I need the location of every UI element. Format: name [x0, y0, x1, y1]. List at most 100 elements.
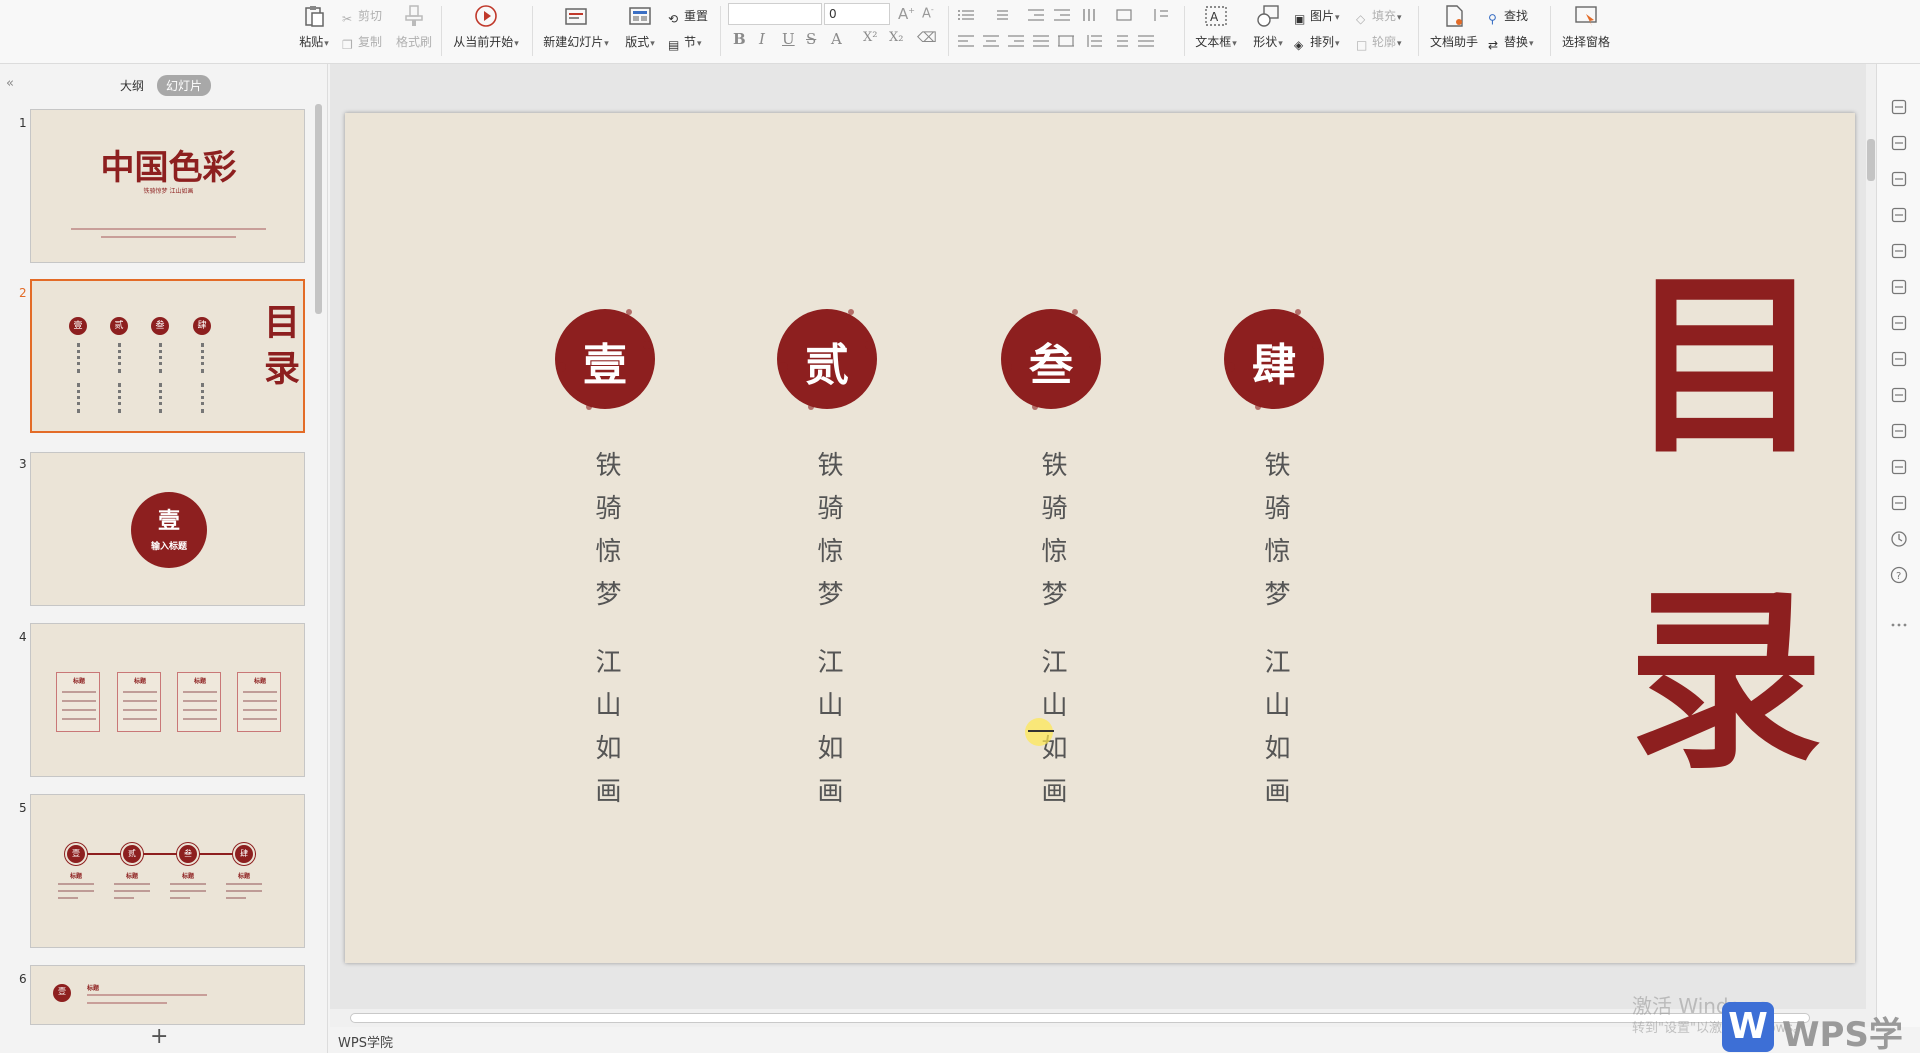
tab-outline[interactable]: 大纲 — [120, 77, 144, 94]
toc-seal-3[interactable]: 叁 — [995, 303, 1107, 415]
layout-button[interactable]: 版式 — [620, 4, 660, 50]
paste-button[interactable]: 粘贴 — [294, 4, 334, 50]
section-button[interactable]: ▤ 节 — [668, 33, 702, 52]
settings-sliders-icon[interactable] — [1890, 278, 1908, 296]
picture-icon[interactable] — [1890, 422, 1908, 440]
line-spacing-icon[interactable] — [1116, 9, 1132, 21]
new-slide-button[interactable]: 新建幻灯片 — [540, 4, 612, 50]
fill-button[interactable]: ◇ 填充 — [1356, 7, 1402, 26]
text-direction-icon[interactable] — [1152, 9, 1168, 21]
slide-thumbnail-4[interactable]: 标题 标题 标题 标题 — [30, 623, 305, 777]
text-box-button[interactable]: A 文本框 — [1192, 4, 1240, 50]
selection-pane-button[interactable]: 选择窗格 — [1558, 4, 1614, 50]
font-name-select[interactable] — [728, 3, 822, 25]
current-slide[interactable]: 壹铁骑惊梦江山如画贰铁骑惊梦江山如画叁铁骑惊梦江山如画肆铁骑惊梦江山如画 目 录 — [345, 113, 1855, 963]
font-size-select[interactable]: 0 — [824, 3, 890, 25]
arrange-button[interactable]: ◈ 排列 — [1294, 33, 1340, 52]
toc-title-char-1[interactable]: 目 — [1628, 268, 1823, 463]
line-height-icon[interactable] — [1112, 35, 1128, 47]
underline-icon[interactable]: U — [782, 30, 795, 48]
wps-brand-watermark: WPS学院 — [1782, 1015, 1903, 1053]
text-align-icon[interactable] — [1138, 35, 1154, 47]
thumb-subtitle: 铁骑惊梦 江山如画 — [143, 188, 194, 195]
slide-thumbnail-6[interactable]: 壹 标题 — [30, 965, 305, 1025]
toc-seal-2[interactable]: 贰 — [771, 303, 883, 415]
slide-thumbnail-1[interactable]: 中国色彩 铁骑惊梦 江山如画 — [30, 109, 305, 263]
share-icon[interactable] — [1890, 350, 1908, 368]
tab-slides[interactable]: 幻灯片 — [157, 75, 212, 96]
slide-thumbnail-5[interactable]: 壹标题 贰标题 叁标题 肆标题 — [30, 794, 305, 948]
audio-icon[interactable] — [1890, 458, 1908, 476]
font-color-icon[interactable]: A — [831, 30, 842, 48]
toc-seal-4[interactable]: 肆 — [1218, 303, 1330, 415]
align-right-icon[interactable] — [1008, 35, 1024, 47]
more-icon[interactable] — [1890, 616, 1908, 634]
shrink-font-icon[interactable]: A- — [922, 5, 934, 21]
italic-icon[interactable]: I — [759, 30, 765, 48]
toc-item-line1[interactable]: 铁骑惊梦 — [1253, 451, 1296, 623]
bold-icon[interactable]: B — [733, 30, 746, 48]
fill-icon[interactable] — [1890, 206, 1908, 224]
format-painter-button[interactable]: 格式刷 — [394, 4, 434, 50]
thumb-text-line — [118, 383, 121, 413]
increase-indent-icon[interactable] — [1054, 9, 1070, 21]
toc-item-line1[interactable]: 铁骑惊梦 — [584, 451, 627, 623]
canvas-vertical-scrollbar[interactable] — [1867, 139, 1875, 181]
slide-thumbnail-3[interactable]: 壹 输入标题 — [30, 452, 305, 606]
copy-shapes-icon[interactable] — [1890, 134, 1908, 152]
add-slide-button[interactable]: + — [150, 1024, 168, 1049]
toc-seal-char: 叁 — [1029, 340, 1073, 391]
doc-assistant-button[interactable]: 文档助手 — [1426, 4, 1482, 50]
picture-button[interactable]: ▣ 图片 — [1294, 7, 1340, 26]
divider — [441, 6, 442, 56]
image-frame-icon[interactable] — [1890, 314, 1908, 332]
accessibility-icon[interactable] — [1890, 494, 1908, 512]
from-current-button[interactable]: 从当前开始 — [449, 4, 523, 50]
toc-item-line1[interactable]: 铁骑惊梦 — [806, 451, 849, 623]
toc-title-char-2[interactable]: 录 — [1628, 583, 1823, 778]
numbered-list-icon[interactable] — [992, 9, 1008, 21]
cut-button[interactable]: ✂ 剪切 — [342, 7, 382, 26]
thumb-text-line — [71, 228, 266, 230]
decrease-indent-icon[interactable] — [1028, 9, 1044, 21]
find-button[interactable]: ⚲ 查找 — [1488, 7, 1528, 26]
grow-font-icon[interactable]: A+ — [898, 5, 915, 23]
replace-button[interactable]: ⇄ 替换 — [1488, 33, 1534, 52]
reset-button[interactable]: ⟲ 重置 — [668, 7, 708, 26]
history-icon[interactable] — [1890, 530, 1908, 548]
distribute-icon[interactable] — [1058, 35, 1074, 47]
toc-item-line2[interactable]: 江山如画 — [806, 648, 849, 820]
thumb-text-line — [58, 897, 78, 899]
thumb-text-line — [243, 691, 277, 693]
para-spacing-icon[interactable] — [1086, 35, 1102, 47]
thumb-text-line — [201, 383, 204, 413]
columns-icon[interactable] — [1082, 9, 1098, 21]
align-center-icon[interactable] — [983, 35, 999, 47]
slide-thumbnail-2[interactable]: 目录 壹 贰 叁 肆 — [30, 279, 305, 433]
superscript-icon[interactable]: X² — [863, 30, 877, 45]
help-icon[interactable]: ? — [1890, 566, 1908, 584]
thumbnail-scrollbar[interactable] — [315, 104, 322, 314]
horizontal-scroll-thumb[interactable] — [350, 1013, 1810, 1023]
subscript-icon[interactable]: X₂ — [889, 30, 903, 45]
align-left-icon[interactable] — [958, 35, 974, 47]
toc-item-line2[interactable]: 江山如画 — [1253, 648, 1296, 820]
bullet-list-icon[interactable] — [958, 9, 974, 21]
thumb-seal: 肆 — [233, 843, 255, 865]
shapes-icon[interactable] — [1890, 170, 1908, 188]
pin-icon[interactable] — [1890, 98, 1908, 116]
collapse-panel-icon[interactable]: « — [6, 76, 14, 91]
thumb-number: 6 — [19, 972, 27, 986]
clear-format-icon[interactable]: ⌫ — [917, 30, 937, 46]
shape-button[interactable]: 形状 — [1248, 4, 1288, 50]
toc-seal-1[interactable]: 壹 — [549, 303, 661, 415]
toc-item-line2[interactable]: 江山如画 — [584, 648, 627, 820]
layout-grid-icon[interactable] — [1890, 242, 1908, 260]
toc-item-line1[interactable]: 铁骑惊梦 — [1030, 451, 1073, 623]
strikethrough-icon[interactable]: S — [806, 30, 816, 48]
paste-label: 粘贴 — [299, 35, 329, 49]
justify-icon[interactable] — [1033, 35, 1049, 47]
outline-button[interactable]: □ 轮廓 — [1356, 33, 1402, 52]
archive-icon[interactable] — [1890, 386, 1908, 404]
copy-button[interactable]: ❐ 复制 — [342, 33, 382, 52]
